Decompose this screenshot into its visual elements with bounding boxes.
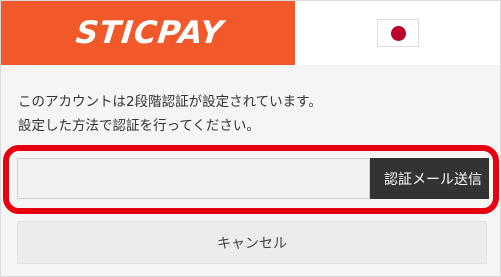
send-auth-email-button[interactable]: 認証メール送信 <box>370 158 489 199</box>
send-auth-email-label: 認証メール送信 <box>384 171 482 188</box>
header: STICPAY <box>1 1 500 65</box>
message-line-2: 設定した方法で認証を行ってください。 <box>18 118 260 134</box>
cancel-button[interactable]: キャンセル <box>17 221 487 264</box>
logo-text: STICPAY <box>74 15 226 51</box>
two-factor-dialog: STICPAY このアカウントは2段階認証が設定されています。 設定した方法で認… <box>0 0 501 277</box>
verification-code-input[interactable] <box>17 158 370 199</box>
japan-flag-icon[interactable] <box>377 19 419 47</box>
flag-red-disc <box>390 25 406 41</box>
cancel-label: キャンセル <box>217 235 287 252</box>
two-factor-message: このアカウントは2段階認証が設定されています。 設定した方法で認証を行ってくださ… <box>18 90 488 138</box>
sticpay-logo: STICPAY <box>1 1 295 65</box>
verification-code-row: 認証メール送信 <box>17 158 489 199</box>
message-line-1: このアカウントは2段階認証が設定されています。 <box>18 94 322 110</box>
